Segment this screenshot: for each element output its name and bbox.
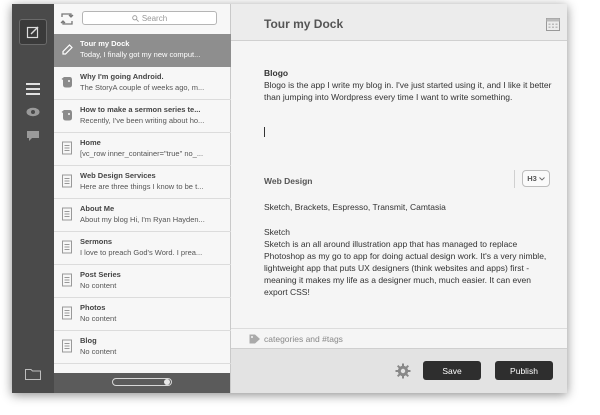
post-list-item[interactable]: Home [vc_row inner_container="true" no_..… [54, 133, 231, 166]
list-footer [54, 373, 230, 393]
comments-button[interactable] [23, 127, 43, 145]
post-item-title: How to make a sermon series te... [80, 105, 201, 114]
search-input[interactable]: Search [82, 11, 217, 25]
divider [514, 170, 515, 188]
eye-icon [26, 107, 40, 117]
document-icon [61, 207, 73, 221]
post-list-item[interactable]: Tour my Dock Today, I finally got my new … [54, 34, 231, 67]
post-item-excerpt: [vc_row inner_container="true" no_... [80, 149, 204, 158]
post-item-title: Why I'm going Android. [80, 72, 164, 81]
post-list-item[interactable]: Web Design Services Here are three thing… [54, 166, 231, 199]
editor-panel: Tour my Dock Blogo Blogo is the app I wr… [231, 4, 567, 393]
post-list-item[interactable]: Photos No content [54, 298, 231, 331]
editor-header: Tour my Dock [231, 4, 567, 41]
pencil-icon [61, 42, 73, 56]
evernote-icon [61, 108, 73, 122]
list-view-button[interactable] [23, 80, 43, 98]
preview-button[interactable] [23, 103, 43, 121]
folder-button[interactable] [25, 367, 41, 380]
save-button[interactable]: Save [423, 361, 481, 380]
post-list-item[interactable]: Blog No content [54, 331, 231, 364]
list-toolbar: Search [54, 4, 230, 34]
post-list-item[interactable]: How to make a sermon series te... Recentl… [54, 100, 231, 133]
list-icon [26, 83, 40, 95]
document-icon [61, 141, 73, 155]
blogo-paragraph[interactable]: Blogo is the app I write my blog in. I'v… [264, 79, 554, 103]
settings-button[interactable] [395, 363, 411, 379]
folder-icon [25, 369, 41, 380]
web-design-heading[interactable]: Web Design [264, 176, 313, 186]
evernote-icon [61, 75, 73, 89]
chevron-down-icon [538, 176, 545, 181]
toggle-knob [164, 379, 170, 385]
post-item-excerpt: No content [80, 314, 117, 323]
post-list-item[interactable]: Why I'm going Android. The StoryA couple … [54, 67, 231, 100]
post-item-title: Post Series [80, 270, 121, 279]
tags-placeholder: categories and #tags [264, 334, 343, 344]
post-item-title: About Me [80, 204, 115, 213]
post-item-excerpt: The StoryA couple of weeks ago, m... [80, 83, 205, 92]
list-toggle[interactable] [112, 378, 172, 386]
post-item-title: Tour my Dock [80, 39, 130, 48]
schedule-button[interactable] [545, 16, 561, 32]
gear-icon [395, 363, 411, 379]
post-list-item[interactable]: Post Series No content [54, 265, 231, 298]
post-item-excerpt: I love to preach God's Word. I prea... [80, 248, 203, 257]
speech-bubble-icon [27, 130, 39, 141]
post-item-title: Sermons [80, 237, 113, 246]
tags-field[interactable]: categories and #tags [231, 328, 567, 348]
calendar-icon [546, 18, 560, 31]
heading-level-label: H3 [527, 174, 537, 183]
document-icon [61, 174, 73, 188]
post-item-excerpt: Here are three things I know to be t... [80, 182, 204, 191]
app-window: Search Tour my Dock Today, I finally got … [12, 4, 567, 393]
document-icon [61, 273, 73, 287]
post-item-title: Blog [80, 336, 97, 345]
text-cursor [264, 127, 265, 137]
post-item-title: Photos [80, 303, 106, 312]
post-item-title: Home [80, 138, 101, 147]
blogo-heading[interactable]: Blogo [264, 67, 554, 79]
sidebar-rail [12, 4, 54, 393]
tools-line[interactable]: Sketch, Brackets, Espresso, Transmit, Ca… [264, 201, 554, 213]
sync-button[interactable] [59, 11, 75, 27]
post-list: Tour my Dock Today, I finally got my new … [54, 34, 231, 364]
post-item-title: Web Design Services [80, 171, 156, 180]
post-list-item[interactable]: About Me About my blog Hi, I'm Ryan Hayde… [54, 199, 231, 232]
post-item-excerpt: No content [80, 347, 117, 356]
post-item-excerpt: Recently, I've been writing about ho... [80, 116, 205, 125]
sketch-paragraph[interactable]: Sketch is an all around illustration app… [264, 238, 554, 298]
compose-button[interactable] [19, 19, 47, 45]
sync-icon [60, 13, 74, 25]
post-item-excerpt: Today, I finally got my new comput... [80, 50, 201, 59]
compose-icon [26, 26, 39, 39]
sketch-heading[interactable]: Sketch [264, 226, 554, 238]
post-title[interactable]: Tour my Dock [264, 17, 343, 31]
heading-level-select[interactable]: H3 [522, 170, 550, 187]
search-placeholder: Search [141, 13, 168, 23]
search-icon [132, 14, 139, 22]
post-list-item[interactable]: Sermons I love to preach God's Word. I pr… [54, 232, 231, 265]
editor-footer: Save Publish [231, 348, 567, 393]
document-icon [61, 339, 73, 353]
post-list-panel: Search Tour my Dock Today, I finally got … [54, 4, 231, 393]
document-icon [61, 306, 73, 320]
tag-icon [249, 334, 260, 344]
document-icon [61, 240, 73, 254]
post-item-excerpt: About my blog Hi, I'm Ryan Hayden... [80, 215, 205, 224]
post-item-excerpt: No content [80, 281, 117, 290]
publish-button[interactable]: Publish [495, 361, 553, 380]
